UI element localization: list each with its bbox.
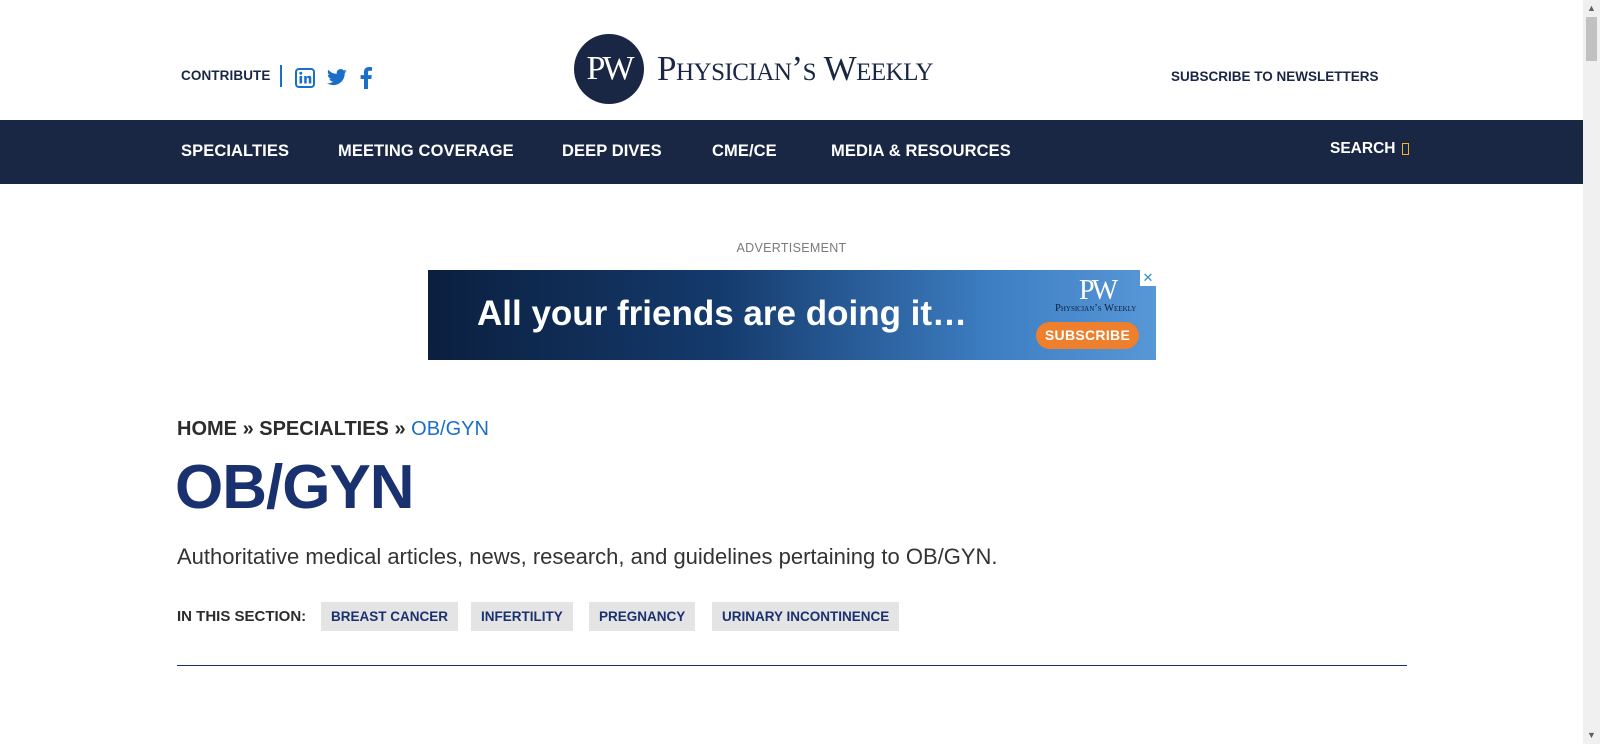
twitter-icon[interactable]: [325, 66, 349, 90]
site-logo[interactable]: PW Physician’s Weekly: [574, 34, 934, 104]
search-button[interactable]: SEARCH: [1330, 140, 1410, 158]
section-divider: [177, 665, 1407, 666]
scrollbar[interactable]: ▲ ▼: [1583, 0, 1600, 744]
breadcrumb-current[interactable]: OB/GYN: [411, 418, 489, 440]
ad-logo-text: Physician’s Weekly: [1055, 303, 1137, 314]
scroll-down-icon[interactable]: ▼: [1583, 727, 1600, 744]
tag-infertility[interactable]: INFERTILITY: [471, 602, 573, 631]
page: CONTRIBUTE PW Physician’s Weekly SUBSCRI: [0, 0, 1583, 744]
breadcrumb-separator: »: [242, 418, 260, 440]
ad-label: ADVERTISEMENT: [736, 241, 847, 255]
ad-close-icon[interactable]: ✕: [1140, 270, 1156, 286]
page-title: OB/GYN: [175, 453, 415, 522]
breadcrumb-specialties[interactable]: SPECIALTIES: [259, 418, 389, 440]
tag-pregnancy[interactable]: PREGNANCY: [589, 602, 696, 631]
subscribe-newsletters-link[interactable]: SUBSCRIBE TO NEWSLETTERS: [1171, 69, 1379, 84]
breadcrumb-separator: »: [394, 418, 412, 440]
scroll-thumb[interactable]: [1586, 17, 1597, 61]
nav-item-deep-dives[interactable]: DEEP DIVES: [562, 142, 662, 161]
nav-item-specialties[interactable]: SPECIALTIES: [181, 142, 289, 161]
nav-item-media-resources[interactable]: MEDIA & RESOURCES: [831, 142, 1011, 161]
facebook-icon[interactable]: [358, 66, 374, 90]
tag-urinary-incontinence[interactable]: URINARY INCONTINENCE: [712, 602, 900, 631]
tag-breast-cancer[interactable]: BREAST CANCER: [321, 602, 459, 631]
page-description: Authoritative medical articles, news, re…: [177, 544, 998, 569]
contribute-link[interactable]: CONTRIBUTE: [181, 68, 271, 83]
section-label: IN THIS SECTION:: [177, 608, 307, 625]
top-header: CONTRIBUTE PW Physician’s Weekly SUBSCRI: [0, 0, 1583, 120]
main-nav: SPECIALTIES MEETING COVERAGE DEEP DIVES …: [0, 120, 1583, 184]
logo-wordmark: Physician’s Weekly: [657, 49, 934, 88]
breadcrumb-home[interactable]: HOME: [177, 418, 237, 440]
scroll-up-icon[interactable]: ▲: [1583, 0, 1600, 17]
ad-banner[interactable]: All your friends are doing it… PW Physic…: [428, 270, 1156, 360]
ad-subscribe-button[interactable]: SUBSCRIBE: [1036, 322, 1139, 349]
search-icon: [1402, 143, 1410, 155]
nav-item-cme-ce[interactable]: CME/CE: [712, 142, 777, 161]
ad-headline: All your friends are doing it…: [477, 294, 968, 333]
header-divider: [280, 65, 282, 87]
breadcrumb: HOME » SPECIALTIES » OB/GYN: [177, 418, 489, 441]
search-label: SEARCH: [1330, 140, 1396, 157]
linkedin-icon[interactable]: [294, 66, 316, 90]
logo-mark: PW: [574, 34, 644, 104]
nav-item-meeting-coverage[interactable]: MEETING COVERAGE: [338, 142, 514, 161]
